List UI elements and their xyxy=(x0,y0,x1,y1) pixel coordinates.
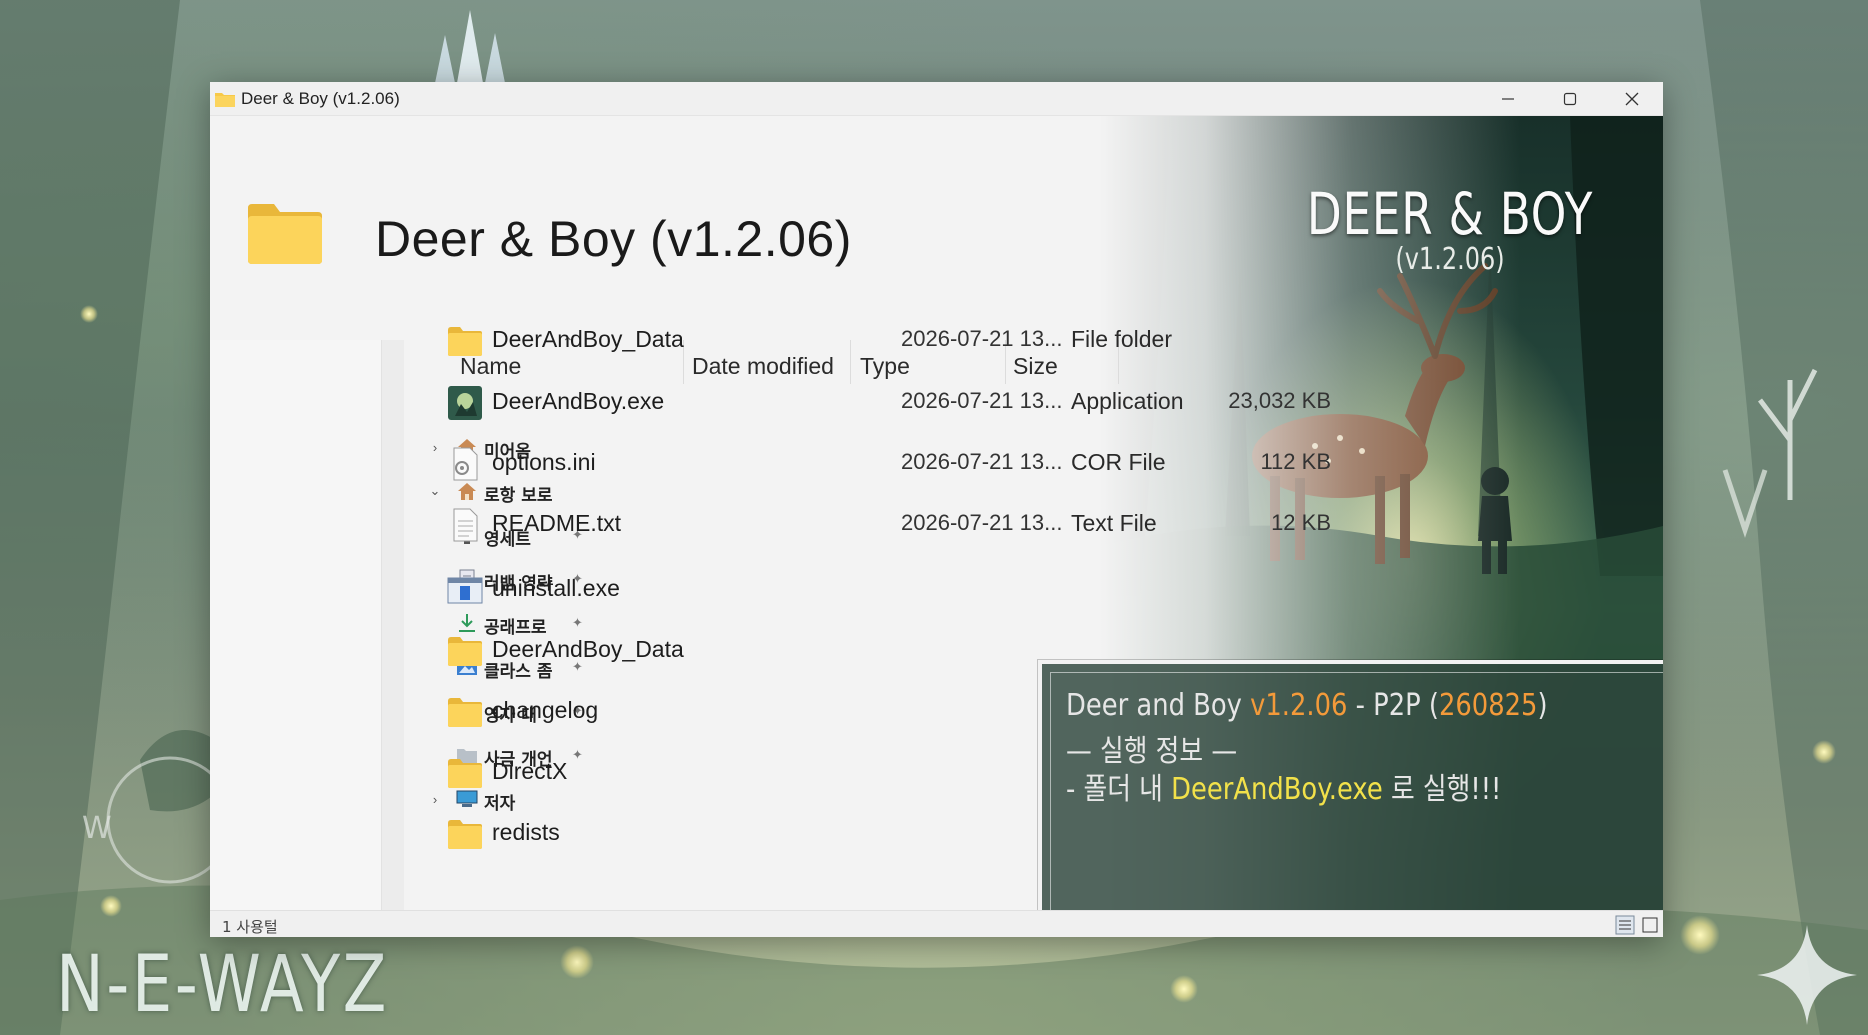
firefly xyxy=(100,895,122,917)
file-type: COR File xyxy=(1071,449,1166,475)
app-icon xyxy=(447,386,483,420)
folder-icon xyxy=(447,756,483,790)
title-bar[interactable]: Deer & Boy (v1.2.06) xyxy=(210,82,1663,116)
info-version: v1.2.06 xyxy=(1250,688,1348,723)
close-button[interactable] xyxy=(1601,82,1663,116)
folder-icon xyxy=(447,695,483,729)
installer-icon xyxy=(447,573,483,607)
text-file-icon xyxy=(447,508,483,542)
folder-title: Deer & Boy (v1.2.06) xyxy=(375,211,852,267)
file-row[interactable]: options.ini 2026-07-21 13... COR File 112 K… xyxy=(435,441,1335,487)
file-date-modified: 2026-07-21 13... xyxy=(901,326,1063,351)
large-icons-view-icon[interactable] xyxy=(1640,915,1660,935)
window-controls xyxy=(1477,82,1663,116)
info-run-suffix: 로 실행!!! xyxy=(1382,772,1502,807)
close-icon xyxy=(1625,92,1639,106)
pane-divider[interactable] xyxy=(382,340,404,937)
file-name: uninstall.exe xyxy=(492,575,620,601)
info-release-type: - P2P ( xyxy=(1347,688,1439,723)
file-name: DeerAndBoy.exe xyxy=(492,388,665,414)
file-row[interactable]: uninstall.exe xyxy=(435,567,1335,613)
firefly xyxy=(1812,740,1836,764)
info-release-line: Deer and Boy v1.2.06 - P2P (260825) xyxy=(1066,688,1548,723)
minimize-button[interactable] xyxy=(1477,82,1539,116)
file-type: File folder xyxy=(1071,326,1172,352)
large-folder-icon xyxy=(248,204,322,264)
navigation-pane xyxy=(210,340,382,937)
file-size: 23,032 KB xyxy=(1228,388,1331,413)
sparkle-icon xyxy=(1757,925,1857,1025)
file-row[interactable]: DeerAndBoy.exe 2026-07-21 13... Applicatio… xyxy=(435,380,1335,426)
folder-icon xyxy=(447,324,483,358)
info-panel: Deer and Boy v1.2.06 - P2P (260825) — 실행… xyxy=(1038,660,1663,937)
firefly xyxy=(560,945,594,979)
window-title: Deer & Boy (v1.2.06) xyxy=(241,88,400,108)
info-run-prefix: - 폴더 내 xyxy=(1066,772,1172,807)
file-name: redists xyxy=(492,819,560,845)
info-run-instruction: - 폴더 내 DeerAndBoy.exe 로 실행!!! xyxy=(1066,764,1501,808)
file-size: 112 KB xyxy=(1260,449,1331,474)
settings-file-icon xyxy=(447,447,483,481)
file-name: DeerAndBoy_Data xyxy=(492,326,684,352)
info-game-name: Deer and Boy xyxy=(1066,688,1251,723)
artwork-title: DEER & BOY xyxy=(1306,180,1594,248)
file-row[interactable]: README.txt 2026-07-21 13... Text File 12 KB xyxy=(435,502,1335,548)
artwork-subtitle: (v1.2.06) xyxy=(1395,242,1505,277)
info-exe-name: DeerAndBoy.exe xyxy=(1171,772,1383,807)
firefly xyxy=(1170,975,1198,1003)
file-name: DeerAndBoy_Data xyxy=(492,636,684,662)
file-row[interactable]: DeerAndBoy_Data 2026-07-21 13... File fold… xyxy=(435,318,1335,364)
folder-icon xyxy=(447,634,483,668)
status-item-count: 1 사용털 xyxy=(222,918,278,936)
info-release-code: 260825 xyxy=(1438,688,1538,723)
firefly xyxy=(1680,915,1720,955)
file-type: Application xyxy=(1071,388,1184,414)
details-view-icon[interactable] xyxy=(1615,915,1635,935)
file-type: Text File xyxy=(1071,510,1157,536)
file-name: options.ini xyxy=(492,449,596,475)
file-date-modified: 2026-07-21 13... xyxy=(901,510,1063,535)
firefly xyxy=(80,305,98,323)
explorer-window: DEER & BOY (v1.2.06) Deer & Boy (v1.2.06… xyxy=(210,82,1663,937)
file-size: 12 KB xyxy=(1271,510,1331,535)
file-date-modified: 2026-07-21 13... xyxy=(901,449,1063,474)
crystal-decoration xyxy=(435,10,505,83)
file-name: changelog xyxy=(492,697,599,723)
status-bar: 1 사용털 xyxy=(210,910,1663,937)
file-name: DirectX xyxy=(492,758,568,784)
file-name: README.txt xyxy=(492,510,622,536)
file-date-modified: 2026-07-21 13... xyxy=(901,388,1063,413)
watermark-logo: N-E-WAYZ xyxy=(56,940,389,1030)
maximize-button[interactable] xyxy=(1539,82,1601,116)
folder-icon xyxy=(447,817,483,851)
minimize-icon xyxy=(1502,98,1514,100)
folder-icon xyxy=(215,92,235,107)
maximize-icon xyxy=(1563,92,1577,106)
info-paren: ) xyxy=(1537,688,1548,723)
svg-text:W: W xyxy=(82,811,112,846)
